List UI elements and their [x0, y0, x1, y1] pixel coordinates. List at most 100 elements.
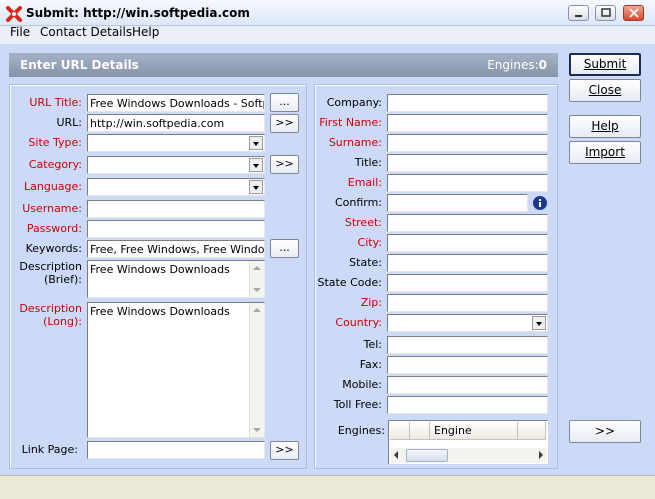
chevron-down-icon[interactable] — [249, 158, 263, 172]
fax-field[interactable] — [387, 356, 548, 374]
info-icon[interactable] — [532, 195, 548, 211]
engines-horizontal-scrollbar[interactable] — [390, 448, 547, 463]
category-select[interactable] — [87, 156, 265, 174]
scroll-up-icon[interactable] — [253, 266, 261, 270]
scroll-right-icon[interactable] — [539, 451, 543, 459]
menu-bar: File Contact Details Help — [0, 25, 655, 44]
chevron-down-icon[interactable] — [532, 316, 546, 330]
description-long-scrollbar[interactable] — [249, 303, 264, 437]
link-page-field[interactable] — [87, 441, 265, 459]
description-brief-scrollbar[interactable] — [249, 261, 264, 297]
first-name-label: First Name: — [319, 116, 382, 129]
password-field[interactable] — [87, 220, 265, 238]
state-label: State: — [349, 256, 382, 269]
engines-column-engine[interactable]: Engine — [430, 422, 518, 440]
section-header: Enter URL Details Engines:0 — [9, 53, 558, 77]
description-long-label: Description (Long): — [19, 302, 82, 328]
username-field[interactable] — [87, 200, 265, 218]
language-label: Language: — [24, 180, 82, 193]
company-field[interactable] — [387, 94, 548, 112]
scroll-thumb[interactable] — [406, 449, 448, 462]
zip-field[interactable] — [387, 294, 548, 312]
url-title-browse-button[interactable]: ... — [270, 93, 299, 112]
chevron-down-icon[interactable] — [249, 180, 263, 194]
keywords-field[interactable]: Free, Free Windows, Free Windows Downloa… — [87, 240, 265, 258]
url-label: URL: — [56, 116, 82, 129]
engines-column-extra[interactable] — [518, 422, 546, 440]
menu-help[interactable]: Help — [132, 25, 159, 39]
tel-label: Tel: — [363, 338, 382, 351]
description-long-label-line2: (Long): — [43, 315, 82, 328]
url-next-button[interactable]: >> — [270, 114, 299, 133]
window-title: Submit: http://win.softpedia.com — [26, 6, 250, 20]
street-label: Street: — [344, 216, 382, 229]
username-label: Username: — [22, 202, 82, 215]
company-label: Company: — [326, 96, 382, 109]
link-page-next-button[interactable]: >> — [270, 441, 299, 460]
scroll-left-icon[interactable] — [394, 451, 398, 459]
submit-button[interactable]: Submit — [569, 53, 641, 76]
maximize-button[interactable] — [595, 5, 616, 21]
description-brief-field[interactable]: Free Windows Downloads — [87, 260, 265, 298]
menu-file[interactable]: File — [10, 25, 30, 39]
scroll-up-icon[interactable] — [253, 308, 261, 312]
import-button[interactable]: Import — [569, 141, 641, 164]
engines-column-check[interactable] — [390, 422, 410, 440]
link-page-label: Link Page: — [21, 443, 78, 456]
state-field[interactable] — [387, 254, 548, 272]
country-select[interactable] — [387, 314, 548, 332]
mobile-field[interactable] — [387, 376, 548, 394]
password-label: Password: — [26, 222, 82, 235]
email-field[interactable] — [387, 174, 548, 192]
first-name-field[interactable] — [387, 114, 548, 132]
keywords-label: Keywords: — [25, 242, 82, 255]
scroll-down-icon[interactable] — [253, 288, 261, 292]
minimize-button[interactable] — [568, 5, 589, 21]
site-type-label: Site Type: — [28, 136, 82, 149]
forward-button[interactable]: >> — [569, 420, 641, 443]
zip-label: Zip: — [360, 296, 382, 309]
state-code-label: State Code: — [317, 276, 382, 289]
engines-label: Engines: — [337, 424, 385, 437]
toll-free-field[interactable] — [387, 396, 548, 414]
surname-field[interactable] — [387, 134, 548, 152]
description-long-label-line1: Description — [19, 302, 82, 315]
title-label: Title: — [354, 156, 382, 169]
site-type-select[interactable] — [87, 134, 265, 152]
menu-file-label: File — [10, 25, 31, 39]
category-next-button[interactable]: >> — [270, 155, 299, 174]
help-button[interactable]: Help — [569, 115, 641, 138]
scroll-down-icon[interactable] — [253, 428, 261, 432]
menu-help-label: Help — [132, 25, 160, 39]
engines-column-engine-label: Engine — [434, 424, 472, 437]
description-brief-label-line1: Description — [19, 260, 82, 273]
help-button-label: Help — [591, 119, 619, 133]
engines-counter: Engines:0 — [487, 58, 547, 72]
menu-contact-details-label: Contact Details — [40, 25, 133, 39]
section-title: Enter URL Details — [20, 58, 139, 72]
chevron-down-icon[interactable] — [249, 136, 263, 150]
title-bar: Submit: http://win.softpedia.com — [0, 0, 655, 26]
forward-button-label: >> — [594, 424, 616, 438]
language-select[interactable] — [87, 178, 265, 196]
state-code-field[interactable] — [387, 274, 548, 292]
status-bar — [0, 475, 655, 499]
confirm-field[interactable] — [387, 194, 528, 212]
street-field[interactable] — [387, 214, 548, 232]
engines-column-icon[interactable] — [410, 422, 430, 440]
close-window-button[interactable] — [623, 5, 644, 21]
menu-contact-details[interactable]: Contact Details — [40, 25, 132, 39]
tel-field[interactable] — [387, 336, 548, 354]
engines-counter-label: Engines: — [487, 58, 539, 72]
keywords-browse-button[interactable]: ... — [270, 239, 299, 258]
url-title-label: URL Title: — [29, 96, 82, 109]
title-field[interactable] — [387, 154, 548, 172]
url-field[interactable]: http://win.softpedia.com — [87, 114, 265, 132]
city-field[interactable] — [387, 234, 548, 252]
engines-list[interactable]: Engine — [388, 420, 548, 464]
description-long-field[interactable]: Free Windows Downloads — [87, 302, 265, 438]
close-icon — [629, 8, 639, 18]
close-button[interactable]: Close — [569, 79, 641, 102]
url-title-field[interactable]: Free Windows Downloads - Softpedia — [87, 94, 265, 112]
submit-button-label: Submit — [583, 57, 627, 71]
